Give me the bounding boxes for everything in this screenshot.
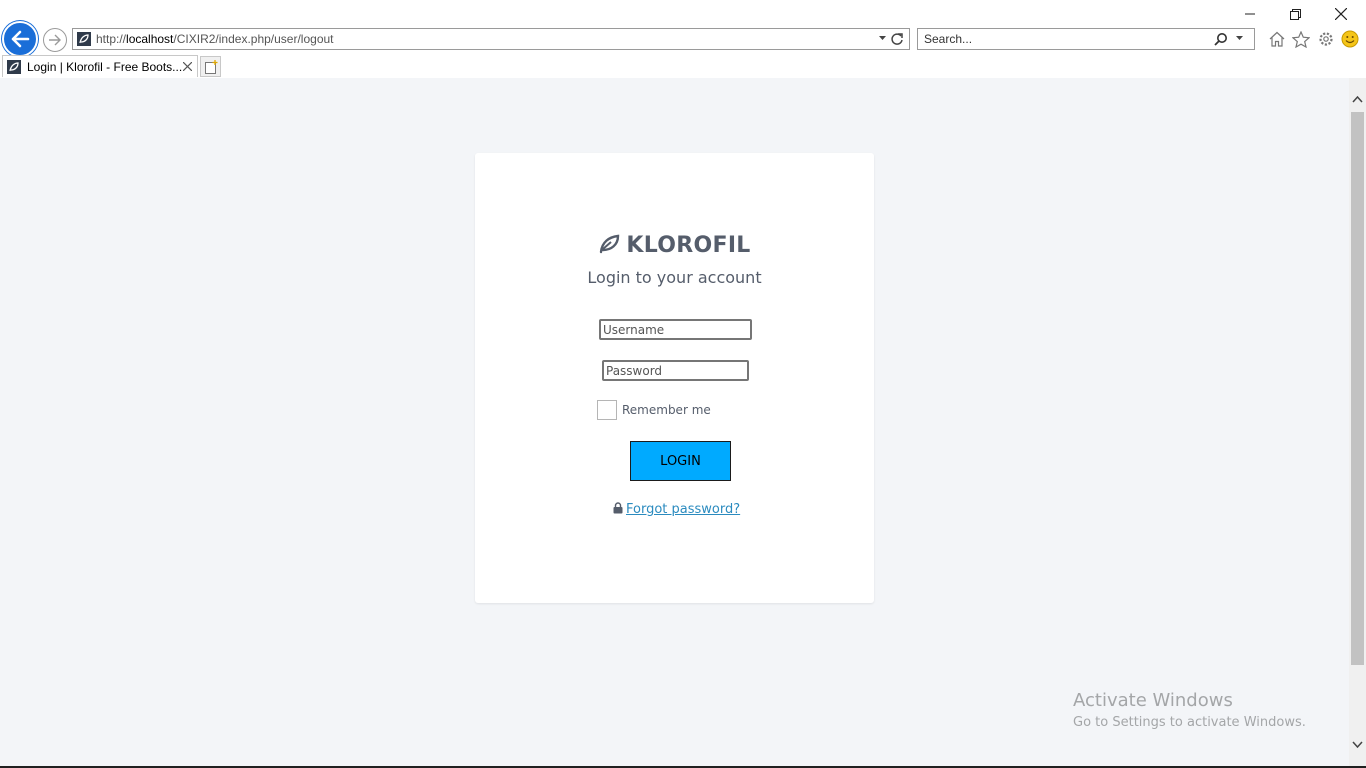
close-icon [1335,8,1347,20]
login-subtitle: Login to your account [587,268,762,287]
search-dropdown-icon[interactable] [1235,33,1244,42]
scroll-down-button[interactable] [1349,736,1366,754]
forgot-password-link[interactable]: Forgot password? [626,502,740,517]
address-url: http://localhost/CIXIR2/index.php/user/l… [96,32,334,46]
tab-title: Login | Klorofil - Free Boots... [27,60,183,74]
scrollbar-thumb[interactable] [1351,112,1364,665]
close-window-button[interactable] [1329,4,1353,24]
back-button[interactable] [2,21,38,57]
close-icon [182,61,192,71]
favorites-button[interactable] [1291,29,1311,49]
back-arrow-icon [11,30,30,48]
settings-button[interactable] [1316,29,1336,49]
brand-logo: KLOROFIL [475,233,874,258]
lock-icon [613,502,623,514]
forward-button[interactable] [43,28,67,52]
browser-chrome: http://localhost/CIXIR2/index.php/user/l… [0,0,1366,79]
login-card: KLOROFIL Login to your account Remember … [475,153,874,603]
new-tab-icon [204,59,217,74]
brand-name: KLOROFIL [626,233,751,258]
search-box[interactable] [917,28,1255,50]
login-button[interactable]: LOGIN [630,441,731,481]
smiley-icon [1341,30,1359,48]
tab-bar: Login | Klorofil - Free Boots... [0,55,1366,79]
minimize-button[interactable] [1238,4,1262,24]
restore-icon [1289,8,1301,20]
search-input[interactable] [918,29,1214,49]
site-favicon-icon [77,32,91,46]
restore-button[interactable] [1283,4,1307,24]
password-input[interactable] [602,360,749,381]
username-input[interactable] [599,319,752,340]
minimize-icon [1245,13,1255,15]
remember-me-label: Remember me [622,403,711,417]
home-icon [1269,31,1285,47]
watermark-title: Activate Windows [1073,690,1233,711]
search-icon[interactable] [1214,32,1228,46]
star-icon [1292,30,1310,48]
chevron-up-icon [1352,95,1363,103]
gear-icon [1319,32,1333,46]
address-dropdown-icon[interactable] [878,33,887,42]
forgot-password-row: Forgot password? [613,502,740,517]
leaf-icon [600,234,620,254]
remember-me-checkbox[interactable] [597,400,617,420]
activate-windows-watermark: Activate Windows Go to Settings to activ… [1073,690,1306,730]
scroll-up-button[interactable] [1349,90,1366,108]
forward-arrow-icon [49,34,61,46]
chevron-down-icon [1352,741,1363,749]
refresh-icon[interactable] [890,32,904,46]
tab-login[interactable]: Login | Klorofil - Free Boots... [2,55,198,77]
watermark-subtitle: Go to Settings to activate Windows. [1073,715,1306,730]
close-tab-button[interactable] [179,58,195,74]
address-bar[interactable]: http://localhost/CIXIR2/index.php/user/l… [72,28,910,50]
feedback-button[interactable] [1340,29,1360,49]
new-tab-button[interactable] [200,56,221,77]
site-favicon-icon [7,60,21,74]
home-button[interactable] [1267,29,1287,49]
